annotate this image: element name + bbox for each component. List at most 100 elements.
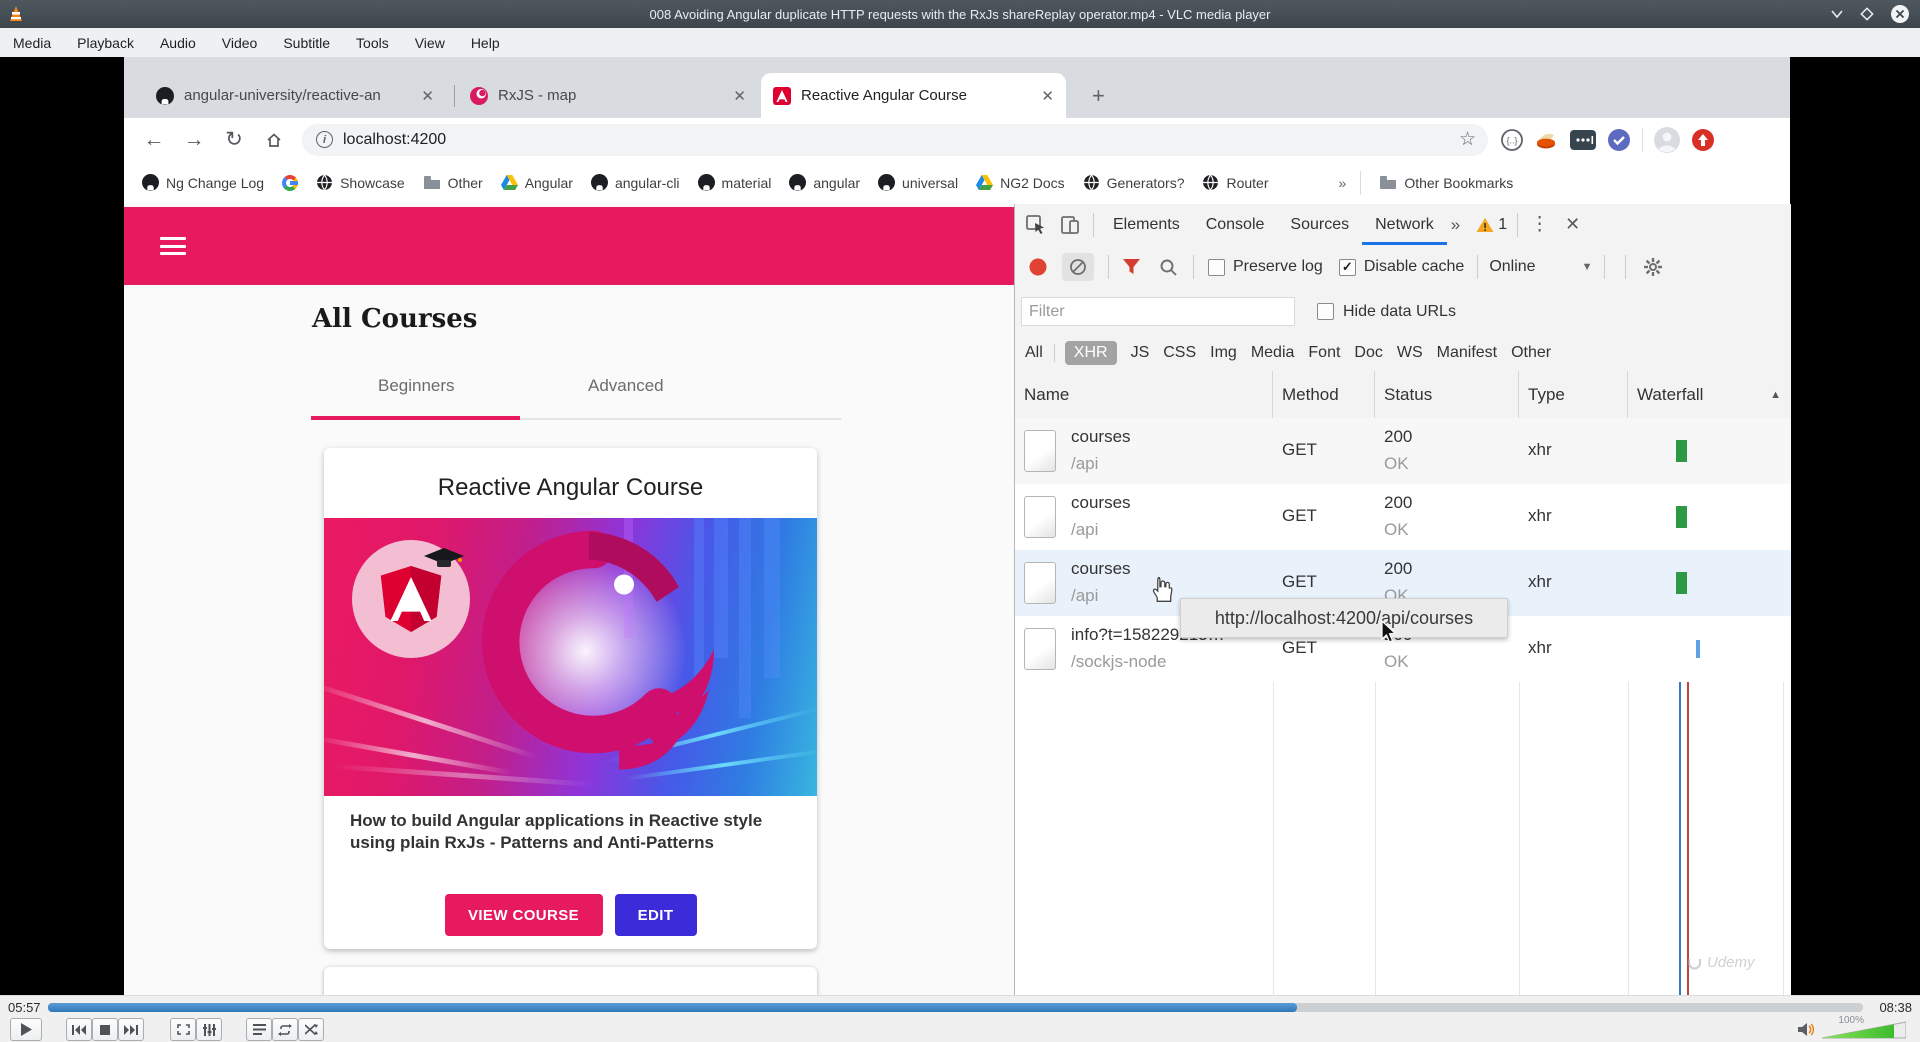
- browser-tab-active[interactable]: Reactive Angular Course ✕: [761, 73, 1066, 118]
- json-extension-icon[interactable]: {..}: [1500, 128, 1524, 152]
- throttling-dropdown-icon[interactable]: ▼: [1582, 261, 1593, 273]
- edit-button[interactable]: EDIT: [614, 894, 697, 936]
- home-button[interactable]: [254, 130, 294, 150]
- browser-tab-github[interactable]: angular-university/reactive-an ✕: [144, 73, 446, 118]
- network-filter-input[interactable]: [1021, 297, 1295, 326]
- next-button[interactable]: [118, 1018, 144, 1041]
- update-extension-icon[interactable]: [1691, 128, 1715, 152]
- reload-button[interactable]: ↻: [214, 127, 254, 152]
- menu-audio[interactable]: Audio: [147, 35, 209, 51]
- filter-other[interactable]: Other: [1511, 344, 1551, 362]
- hamburger-menu-icon[interactable]: [160, 237, 186, 255]
- filter-all[interactable]: All: [1025, 344, 1043, 362]
- disable-cache-checkbox[interactable]: ✓: [1338, 258, 1356, 276]
- menu-playback[interactable]: Playback: [64, 35, 147, 51]
- column-status[interactable]: Status: [1375, 371, 1519, 418]
- bookmark-material[interactable]: material: [697, 174, 771, 191]
- devtools-more-tabs-icon[interactable]: »: [1451, 215, 1460, 235]
- stop-button[interactable]: [92, 1018, 118, 1041]
- address-bar[interactable]: i localhost:4200 ☆: [302, 123, 1488, 156]
- menu-view[interactable]: View: [402, 35, 458, 51]
- tab-beginners[interactable]: Beginners: [378, 376, 455, 396]
- bookmarks-overflow-chevron[interactable]: »: [1339, 175, 1347, 191]
- record-button[interactable]: [1028, 257, 1048, 277]
- keyboard-extension-icon[interactable]: [1570, 129, 1596, 150]
- menu-video[interactable]: Video: [209, 35, 271, 51]
- video-display[interactable]: angular-university/reactive-an ✕ RxJS - …: [0, 57, 1920, 995]
- view-course-button[interactable]: VIEW COURSE: [444, 894, 603, 936]
- devtools-menu-icon[interactable]: ⋮: [1530, 213, 1549, 236]
- bookmark-ng-change-log[interactable]: Ng Change Log: [142, 174, 264, 191]
- filter-media[interactable]: Media: [1251, 344, 1295, 362]
- bookmark-star-icon[interactable]: ☆: [1459, 128, 1476, 151]
- bookmark-generators[interactable]: Generators?: [1083, 174, 1184, 191]
- cache-killer-extension-icon[interactable]: [1535, 129, 1559, 151]
- menu-tools[interactable]: Tools: [343, 35, 402, 51]
- preserve-log-label[interactable]: Preserve log: [1233, 258, 1323, 276]
- clear-button[interactable]: [1062, 253, 1094, 281]
- menu-subtitle[interactable]: Subtitle: [270, 35, 343, 51]
- settings-gear-icon[interactable]: [1643, 257, 1663, 277]
- shuffle-button[interactable]: [298, 1018, 324, 1041]
- preserve-log-checkbox[interactable]: [1208, 258, 1225, 276]
- back-button[interactable]: ←: [134, 128, 174, 152]
- disable-cache-label[interactable]: Disable cache: [1364, 258, 1465, 276]
- device-toolbar-icon[interactable]: [1059, 214, 1081, 236]
- filter-img[interactable]: Img: [1210, 344, 1237, 362]
- request-row[interactable]: courses/api GET 200 OK xhr: [1015, 484, 1791, 550]
- bookmark-angular-drive[interactable]: Angular: [500, 175, 573, 191]
- previous-button[interactable]: [66, 1018, 92, 1041]
- badge-extension-icon[interactable]: [1607, 128, 1631, 152]
- fullscreen-button[interactable]: [170, 1018, 196, 1041]
- menu-media[interactable]: Media: [0, 35, 64, 51]
- filter-button[interactable]: [1122, 258, 1141, 276]
- new-tab-button[interactable]: +: [1092, 83, 1105, 109]
- column-method[interactable]: Method: [1273, 371, 1375, 418]
- devtools-tab-elements[interactable]: Elements: [1100, 204, 1193, 245]
- address-url[interactable]: localhost:4200: [343, 131, 446, 149]
- maximize-button[interactable]: [1860, 7, 1874, 21]
- request-row[interactable]: courses/api GET 200 OK xhr: [1015, 418, 1791, 484]
- volume-slider[interactable]: [1822, 1021, 1906, 1039]
- bookmark-google[interactable]: [282, 174, 299, 191]
- search-button[interactable]: [1159, 258, 1178, 277]
- devtools-tab-network[interactable]: Network: [1362, 204, 1447, 245]
- bookmark-ng2-docs[interactable]: NG2 Docs: [976, 175, 1065, 191]
- filter-css[interactable]: CSS: [1163, 344, 1196, 362]
- menu-help[interactable]: Help: [458, 35, 513, 51]
- devtools-tab-console[interactable]: Console: [1193, 204, 1278, 245]
- loop-button[interactable]: [272, 1018, 298, 1041]
- inspect-element-icon[interactable]: [1025, 214, 1047, 236]
- throttling-select[interactable]: Online: [1489, 258, 1535, 276]
- hide-data-urls-label[interactable]: Hide data URLs: [1343, 303, 1456, 321]
- volume-control[interactable]: 100%: [1798, 1015, 1908, 1042]
- filter-manifest[interactable]: Manifest: [1437, 344, 1497, 362]
- bookmark-angular[interactable]: angular: [789, 174, 860, 191]
- tab-close-icon[interactable]: ✕: [733, 87, 746, 105]
- tab-close-icon[interactable]: ✕: [421, 87, 434, 105]
- bookmark-showcase[interactable]: Showcase: [316, 174, 405, 191]
- column-type[interactable]: Type: [1519, 371, 1628, 418]
- warning-icon[interactable]: [1476, 217, 1494, 233]
- forward-button[interactable]: →: [174, 128, 214, 152]
- browser-tab-rxjs[interactable]: RxJS - map ✕: [458, 73, 758, 118]
- bookmark-other-folder[interactable]: Other: [423, 175, 483, 191]
- other-bookmarks-folder[interactable]: Other Bookmarks: [1379, 175, 1513, 191]
- tab-close-icon[interactable]: ✕: [1041, 87, 1054, 105]
- filter-font[interactable]: Font: [1308, 344, 1340, 362]
- profile-avatar[interactable]: [1654, 126, 1680, 153]
- page-info-icon[interactable]: i: [316, 131, 333, 148]
- extended-settings-button[interactable]: [196, 1018, 222, 1041]
- bookmark-angular-cli[interactable]: angular-cli: [590, 174, 680, 191]
- column-waterfall[interactable]: Waterfall ▲: [1628, 371, 1791, 418]
- close-button[interactable]: [1890, 4, 1910, 24]
- minimize-button[interactable]: [1830, 9, 1844, 19]
- column-name[interactable]: Name: [1015, 371, 1273, 418]
- bookmark-universal[interactable]: universal: [878, 174, 958, 191]
- tab-advanced[interactable]: Advanced: [588, 376, 664, 396]
- filter-ws[interactable]: WS: [1397, 344, 1423, 362]
- filter-doc[interactable]: Doc: [1354, 344, 1382, 362]
- devtools-tab-sources[interactable]: Sources: [1277, 204, 1362, 245]
- playlist-button[interactable]: [246, 1018, 272, 1041]
- devtools-close-icon[interactable]: ✕: [1565, 214, 1580, 235]
